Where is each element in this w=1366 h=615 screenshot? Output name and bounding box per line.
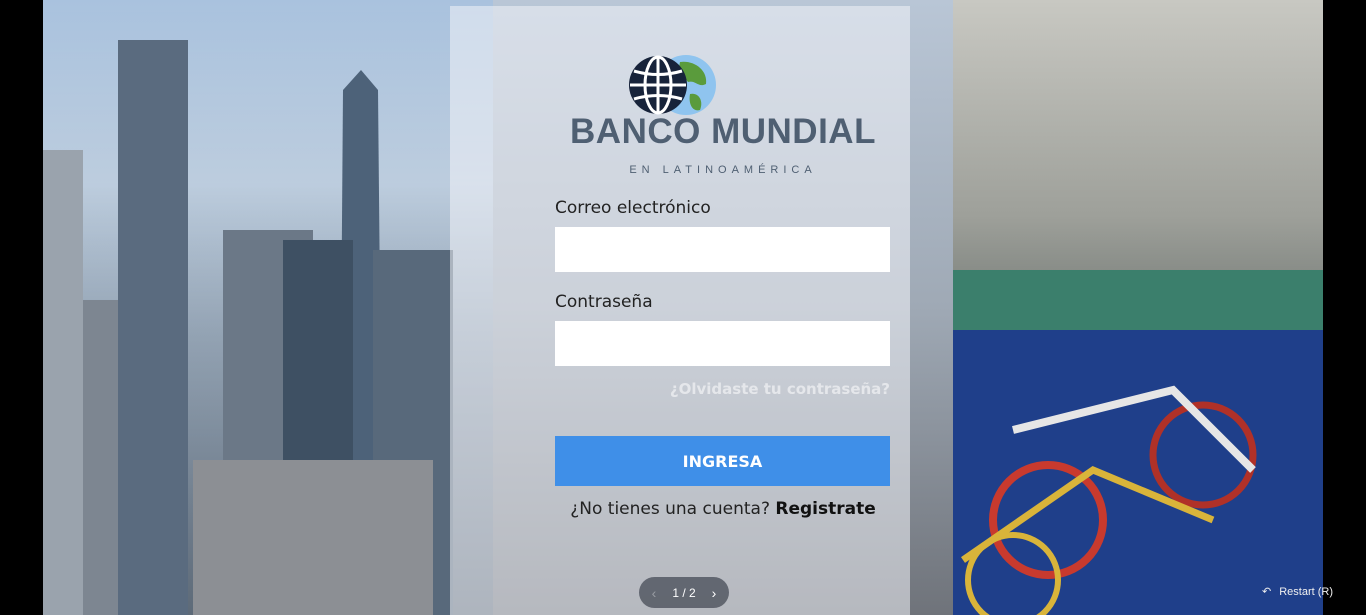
city-skyline-image — [43, 0, 493, 615]
signup-prompt-text: ¿No tienes una cuenta? — [570, 499, 770, 519]
bicycles-photo — [953, 0, 1323, 615]
chevron-left-icon[interactable]: ‹ — [647, 585, 661, 601]
email-field[interactable] — [555, 227, 890, 272]
signup-prompt: ¿No tienes una cuenta? Registrate — [493, 499, 953, 519]
brand-title: BANCO MUNDIAL — [570, 112, 876, 151]
undo-arrow-icon: ↶ — [1262, 586, 1272, 598]
chevron-right-icon[interactable]: › — [707, 585, 721, 601]
forgot-password-link[interactable]: ¿Olvidaste tu contraseña? — [555, 380, 890, 398]
restart-button[interactable]: ↶ Restart (R) — [1262, 585, 1333, 599]
bicycles-illustration — [953, 270, 1323, 615]
password-label: Contraseña — [555, 292, 653, 312]
password-field[interactable] — [555, 321, 890, 366]
slide-pager: ‹ 1 / 2 › — [639, 577, 729, 608]
page-indicator: 1 / 2 — [672, 585, 696, 600]
skyline-illustration — [43, 40, 453, 615]
globe-logo-icon — [629, 55, 716, 115]
login-button[interactable]: INGRESA — [555, 436, 890, 486]
brand-subtitle: EN LATINOAMÉRICA — [629, 164, 817, 176]
restart-label: Restart (R) — [1279, 585, 1333, 598]
email-label: Correo electrónico — [555, 198, 711, 218]
register-link[interactable]: Registrate — [775, 499, 875, 519]
